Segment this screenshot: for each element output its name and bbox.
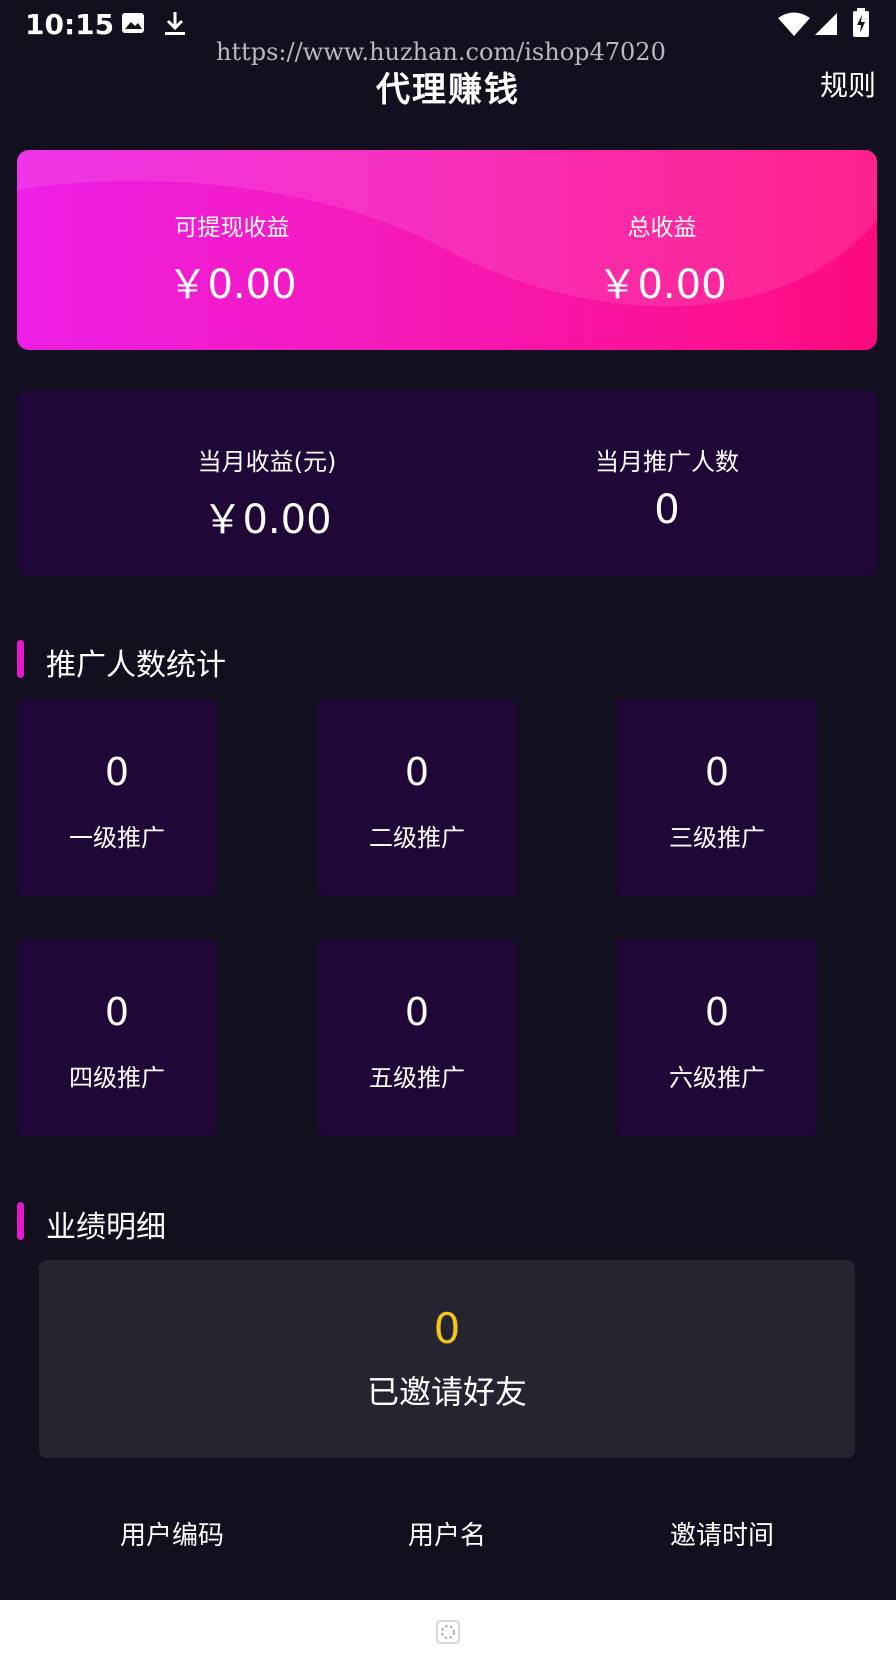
rules-button[interactable]: 规则 <box>820 64 876 104</box>
promo-stats-title: 推广人数统计 <box>46 648 226 683</box>
monthly-income: 当月收益(元) ￥0.00 <box>147 442 387 545</box>
promo-level-label: 一级推广 <box>69 824 165 852</box>
promo-level-count: 0 <box>404 750 430 794</box>
page-title: 代理赚钱 <box>376 70 520 110</box>
status-time: 10:15 <box>25 8 115 41</box>
column-invite-time: 邀请时间 <box>669 1521 774 1551</box>
withdrawable-earnings: 可提现收益 ￥0.00 <box>17 208 447 310</box>
promo-level-count: 0 <box>104 750 130 794</box>
column-user-code: 用户编码 <box>119 1521 224 1551</box>
promo-level-label: 四级推广 <box>69 1064 165 1092</box>
nav-bar: 代理赚钱 规则 <box>0 52 896 142</box>
monthly-promoters-value: 0 <box>654 487 680 533</box>
promo-level-label: 二级推广 <box>369 824 465 852</box>
invite-table-header: 用户编码 用户名 邀请时间 <box>0 1515 896 1555</box>
loading-spinner-icon <box>436 1620 460 1648</box>
withdrawable-value: ￥0.00 <box>167 262 297 308</box>
total-earnings-value: ￥0.00 <box>597 262 727 308</box>
promo-level-1[interactable]: 0 一级推广 <box>17 700 217 896</box>
promo-level-6[interactable]: 0 六级推广 <box>617 940 817 1136</box>
total-earnings-label: 总收益 <box>627 215 697 241</box>
promo-level-count: 0 <box>404 990 430 1034</box>
list-loading-area <box>0 1600 896 1670</box>
monthly-promoters: 当月推广人数 0 <box>547 442 787 533</box>
monthly-promoters-label: 当月推广人数 <box>595 448 739 476</box>
invited-label: 已邀请好友 <box>366 1373 527 1411</box>
promo-level-count: 0 <box>704 750 730 794</box>
promo-level-count: 0 <box>104 990 130 1034</box>
withdrawable-label: 可提现收益 <box>174 215 290 241</box>
download-icon <box>162 10 188 42</box>
image-icon <box>120 10 146 40</box>
wifi-icon <box>777 12 811 40</box>
battery-charging-icon <box>852 8 870 42</box>
earnings-card: 可提现收益 ￥0.00 总收益 ￥0.00 <box>17 150 877 350</box>
promo-level-4[interactable]: 0 四级推广 <box>17 940 217 1136</box>
promo-level-count: 0 <box>704 990 730 1034</box>
promo-level-3[interactable]: 0 三级推广 <box>617 700 817 896</box>
promo-level-5[interactable]: 0 五级推广 <box>317 940 517 1136</box>
performance-title: 业绩明细 <box>46 1210 166 1245</box>
promo-level-label: 五级推广 <box>369 1064 465 1092</box>
promo-level-label: 三级推广 <box>669 824 765 852</box>
monthly-stats-card: 当月收益(元) ￥0.00 当月推广人数 0 <box>17 390 877 576</box>
promo-level-label: 六级推广 <box>669 1064 765 1092</box>
signal-icon <box>814 12 838 40</box>
section-accent-bar <box>17 1202 24 1240</box>
monthly-income-label: 当月收益(元) <box>197 448 337 476</box>
section-accent-bar <box>17 640 24 678</box>
promo-level-2[interactable]: 0 二级推广 <box>317 700 517 896</box>
invited-count: 0 <box>433 1304 461 1353</box>
total-earnings: 总收益 ￥0.00 <box>447 208 877 310</box>
monthly-income-value: ￥0.00 <box>202 497 332 543</box>
invited-friends-card: 0 已邀请好友 <box>39 1260 855 1458</box>
column-username: 用户名 <box>407 1521 486 1551</box>
